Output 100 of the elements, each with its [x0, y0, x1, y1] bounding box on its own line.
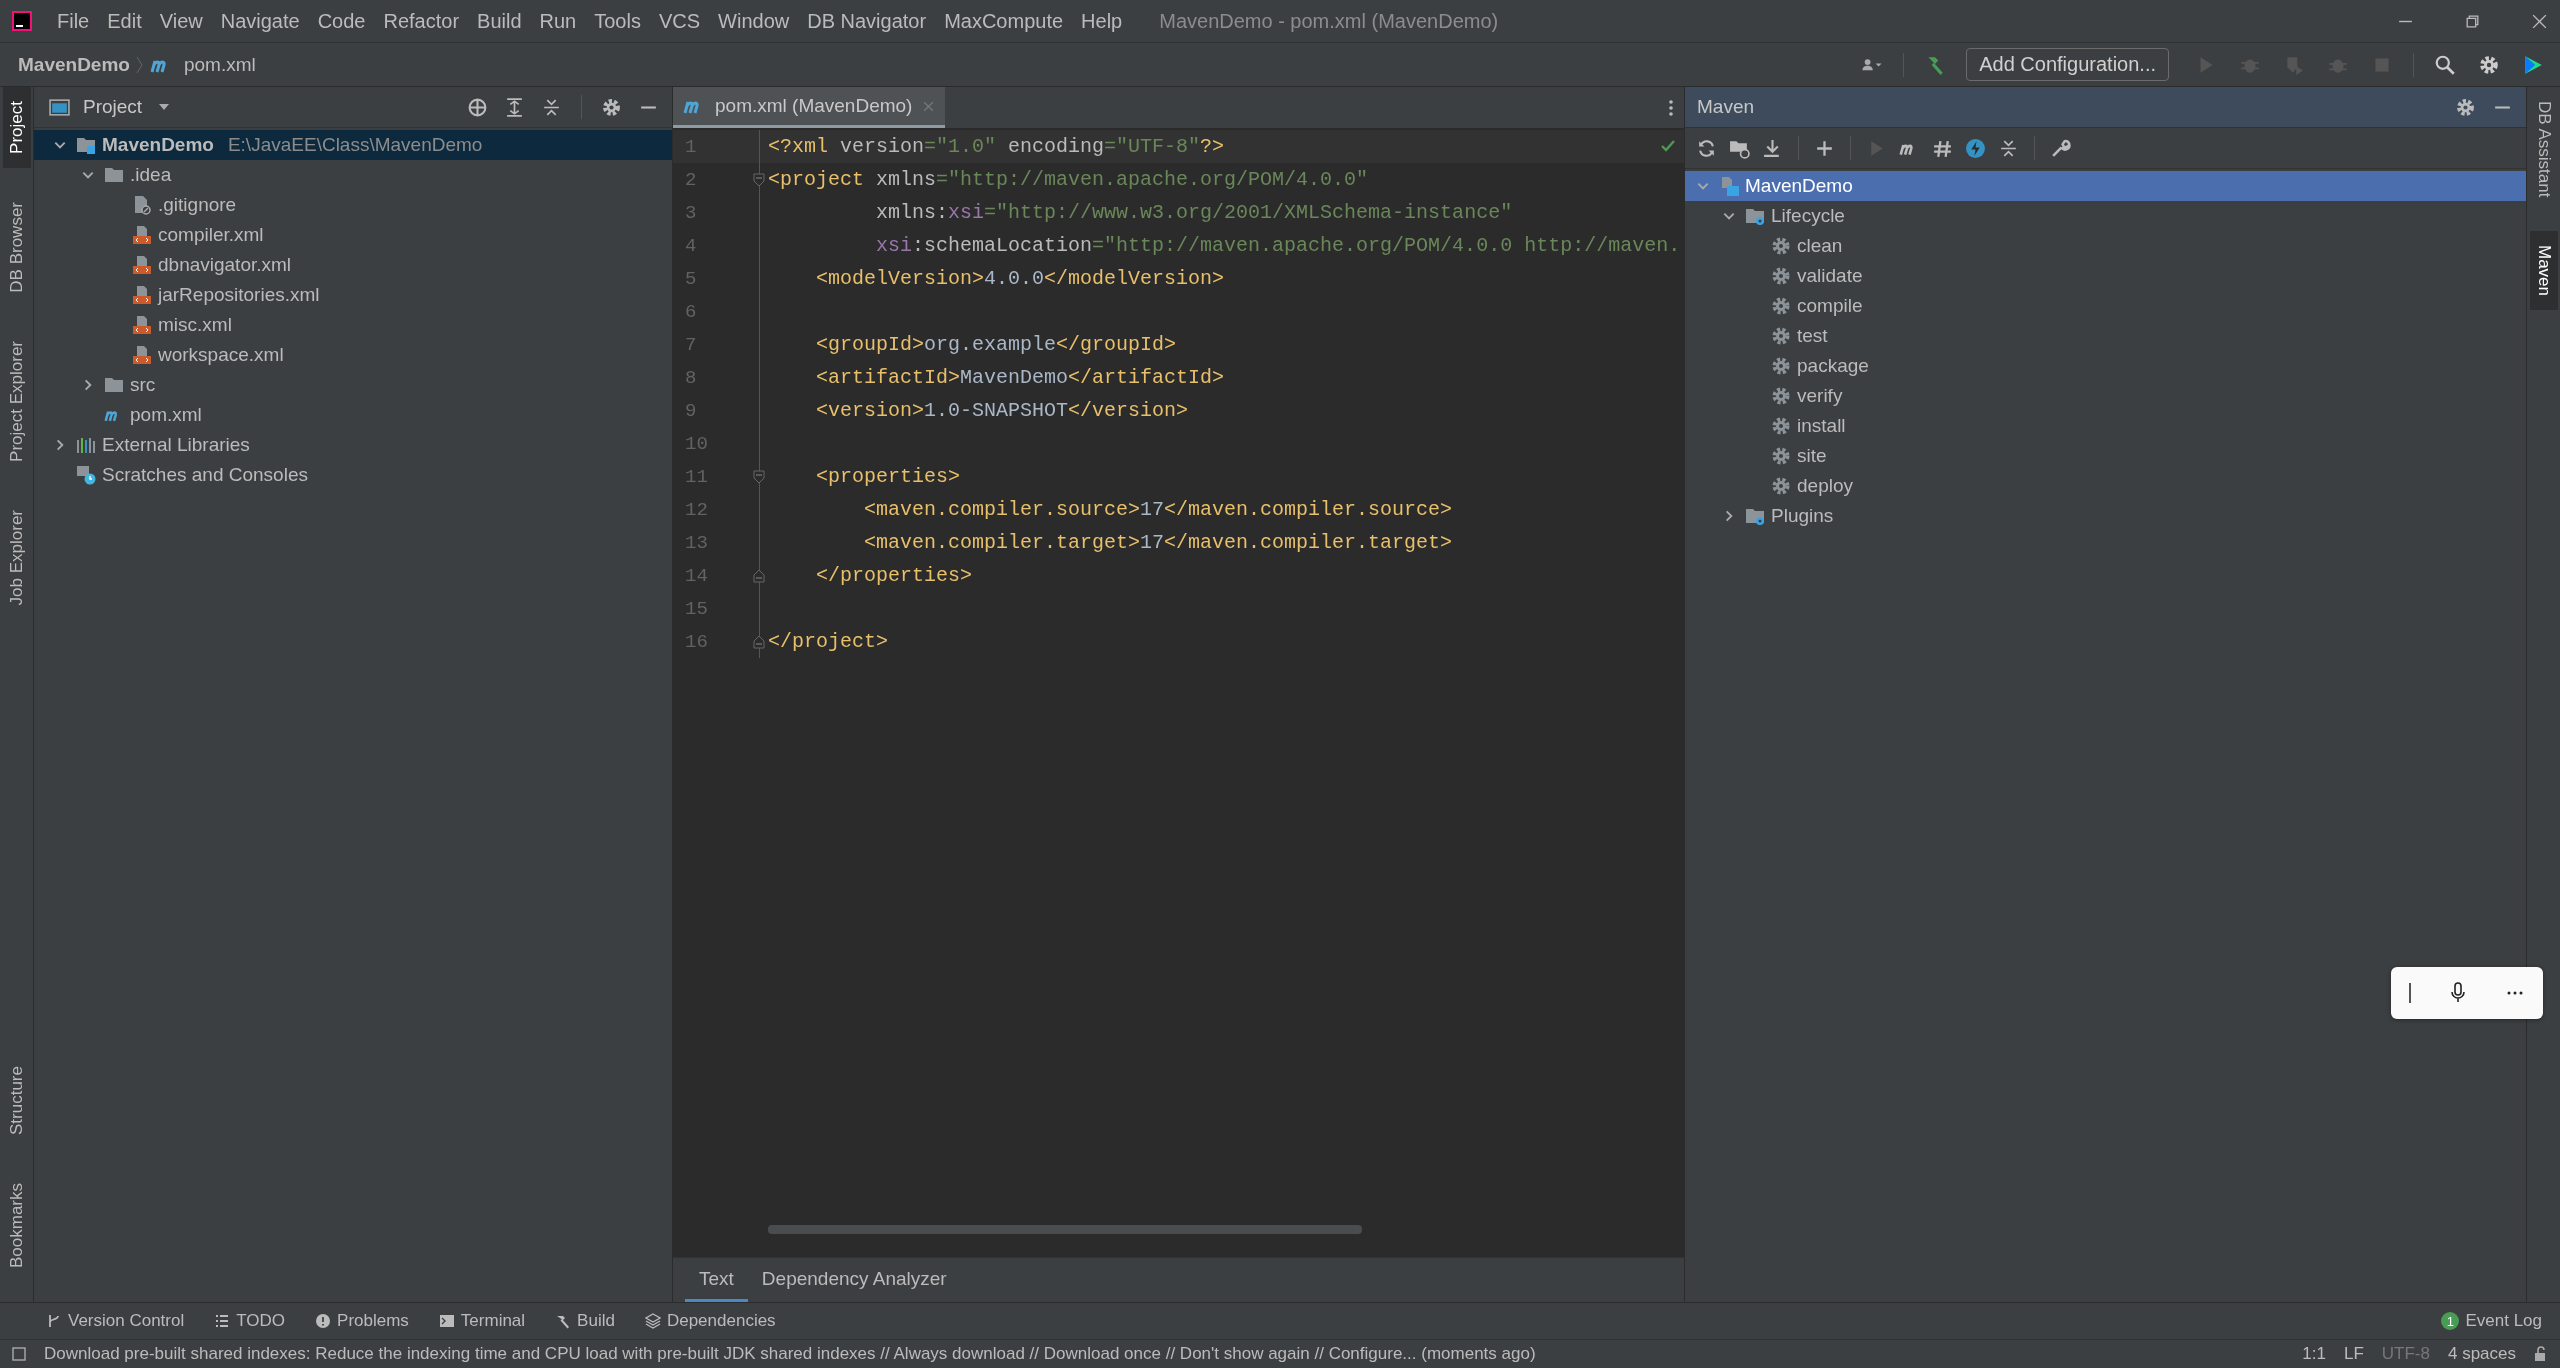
close-icon[interactable] — [2531, 12, 2548, 30]
tree-item[interactable]: compiler.xml — [34, 220, 672, 250]
file-icon — [132, 195, 152, 215]
menu-item[interactable]: Navigate — [211, 9, 309, 33]
hammer-icon — [555, 1313, 572, 1329]
tree-item[interactable]: MavenDemo — [1685, 171, 2526, 201]
tool-window-button[interactable]: Build — [549, 1311, 621, 1331]
caret-position[interactable]: 1:1 — [2302, 1344, 2326, 1364]
line-number: 15 — [684, 597, 709, 620]
settings-icon[interactable] — [2455, 96, 2476, 118]
editor-mode-tab[interactable]: Dependency Analyzer — [747, 1258, 961, 1302]
tool-window-button[interactable]: TODO — [208, 1311, 292, 1331]
code-line: xmlns:xsi="http://www.w3.org/2001/XMLSchema-instance" — [875, 201, 1513, 224]
panel-title: Maven — [1697, 96, 1755, 118]
xml-file-icon — [132, 315, 152, 335]
search-icon[interactable] — [2434, 53, 2456, 76]
tool-window-tab[interactable]: DB Browser — [2, 187, 31, 307]
reload-icon[interactable] — [1696, 137, 1717, 159]
folder-icon — [76, 135, 96, 155]
menu-item[interactable]: Help — [1072, 9, 1132, 33]
tree-item[interactable]: test — [1685, 321, 2526, 351]
menu-item[interactable]: MaxCompute — [935, 9, 1073, 33]
menu-item[interactable]: Window — [709, 9, 799, 33]
tree-item[interactable]: Plugins — [1685, 501, 2526, 531]
menu-item[interactable]: Refactor — [374, 9, 469, 33]
event-log-button[interactable]: Event Log — [2459, 1311, 2548, 1331]
tree-item[interactable]: Lifecycle — [1685, 201, 2526, 231]
crosshair-icon[interactable] — [467, 96, 488, 118]
status-message[interactable]: Download pre-built shared indexes: Reduce the indexing time and CPU load with pre-built JDK shared indexes // Always download // Download once // Don't show again // Configure... (moments ago) — [44, 1344, 1536, 1364]
tree-item[interactable]: install — [1685, 411, 2526, 441]
menu-item[interactable]: DB Navigator — [798, 9, 936, 33]
tool-window-button[interactable]: Terminal — [432, 1311, 532, 1331]
gear-icon — [1771, 386, 1791, 406]
menu-item[interactable]: Run — [530, 9, 586, 33]
tree-item[interactable]: compile — [1685, 291, 2526, 321]
tool-window-button[interactable]: Dependencies — [638, 1311, 782, 1331]
tool-window-tab[interactable]: Bookmarks — [2, 1168, 31, 1282]
fold-marker-icon[interactable] — [753, 172, 765, 187]
add-configuration-button[interactable]: Add Configuration... — [1966, 48, 2169, 81]
tree-item[interactable]: workspace.xml — [34, 340, 672, 370]
tool-window-tab[interactable]: Project — [2, 87, 31, 168]
fold-marker-icon[interactable] — [753, 568, 765, 583]
menu-item[interactable]: Code — [308, 9, 375, 33]
wrench-icon[interactable] — [2050, 137, 2071, 159]
tool-window-tab[interactable]: Maven — [2529, 231, 2558, 311]
tree-item[interactable]: jarRepositories.xml — [34, 280, 672, 310]
tree-item[interactable]: misc.xml — [34, 310, 672, 340]
layout-icon[interactable] — [12, 1347, 26, 1361]
more-icon[interactable] — [1668, 97, 1674, 118]
tree-item[interactable]: pom.xml — [34, 400, 672, 430]
fold-marker-icon[interactable] — [753, 469, 765, 484]
tool-window-tab[interactable]: DB Assistant — [2529, 87, 2558, 212]
breadcrumb-item[interactable]: pom.xml — [183, 53, 256, 76]
editor-tab[interactable]: pom.xml (MavenDemo) — [673, 87, 946, 128]
editor-mode-tab[interactable]: Text — [685, 1258, 748, 1302]
tool-window-button[interactable]: Problems — [309, 1311, 415, 1331]
lightning-icon[interactable] — [1965, 137, 1986, 159]
tree-item[interactable]: site — [1685, 441, 2526, 471]
plugin-logo-icon[interactable] — [2522, 53, 2544, 76]
lock-icon[interactable] — [2534, 1346, 2548, 1362]
settings-icon[interactable] — [601, 96, 622, 118]
code-line: </project> — [767, 630, 889, 653]
tree-item[interactable]: package — [1685, 351, 2526, 381]
expand-all-icon[interactable] — [504, 96, 525, 118]
tool-window-tab[interactable]: Job Explorer — [2, 495, 31, 619]
tree-item[interactable]: dbnavigator.xml — [34, 250, 672, 280]
gear-icon — [1771, 296, 1791, 316]
line-number: 8 — [684, 366, 698, 389]
menu-item[interactable]: File — [48, 9, 99, 33]
scratch-icon — [76, 465, 96, 485]
gear-icon — [1771, 266, 1791, 286]
breadcrumb-item[interactable]: MavenDemo — [18, 53, 130, 76]
tree-item[interactable]: validate — [1685, 261, 2526, 291]
menu-item[interactable]: VCS — [649, 9, 710, 33]
tree-item[interactable]: src — [34, 370, 672, 400]
tree-item[interactable]: MavenDemo E:\JavaEE\Class\MavenDemo — [34, 130, 672, 160]
tool-window-button[interactable]: Version Control — [40, 1311, 191, 1331]
tree-item[interactable]: .gitignore — [34, 190, 672, 220]
scrollbar-thumb[interactable] — [768, 1225, 1362, 1234]
tree-item[interactable]: External Libraries — [34, 430, 672, 460]
panel-title[interactable]: Project — [83, 96, 143, 118]
menu-item[interactable]: Tools — [585, 9, 650, 33]
gear-icon — [1771, 236, 1791, 256]
menu-item[interactable]: Edit — [98, 9, 151, 33]
menu-item[interactable]: View — [150, 9, 212, 33]
fold-marker-icon[interactable] — [753, 634, 765, 649]
tool-window-tab[interactable]: Structure — [2, 1052, 31, 1149]
tool-window-tab[interactable]: Project Explorer — [2, 326, 31, 476]
tree-item[interactable]: deploy — [1685, 471, 2526, 501]
line-separator[interactable]: LF — [2343, 1344, 2364, 1364]
tree-item[interactable]: clean — [1685, 231, 2526, 261]
tree-item[interactable]: .idea — [34, 160, 672, 190]
dropdown-icon[interactable] — [158, 103, 171, 111]
tree-item[interactable]: Scratches and Consoles — [34, 460, 672, 490]
settings-icon[interactable] — [2478, 53, 2500, 76]
app-logo-icon — [12, 11, 32, 31]
menu-item[interactable]: Build — [468, 9, 531, 33]
tree-item[interactable]: verify — [1685, 381, 2526, 411]
xml-file-icon — [132, 255, 152, 275]
indent-setting[interactable]: 4 spaces — [2447, 1344, 2516, 1364]
